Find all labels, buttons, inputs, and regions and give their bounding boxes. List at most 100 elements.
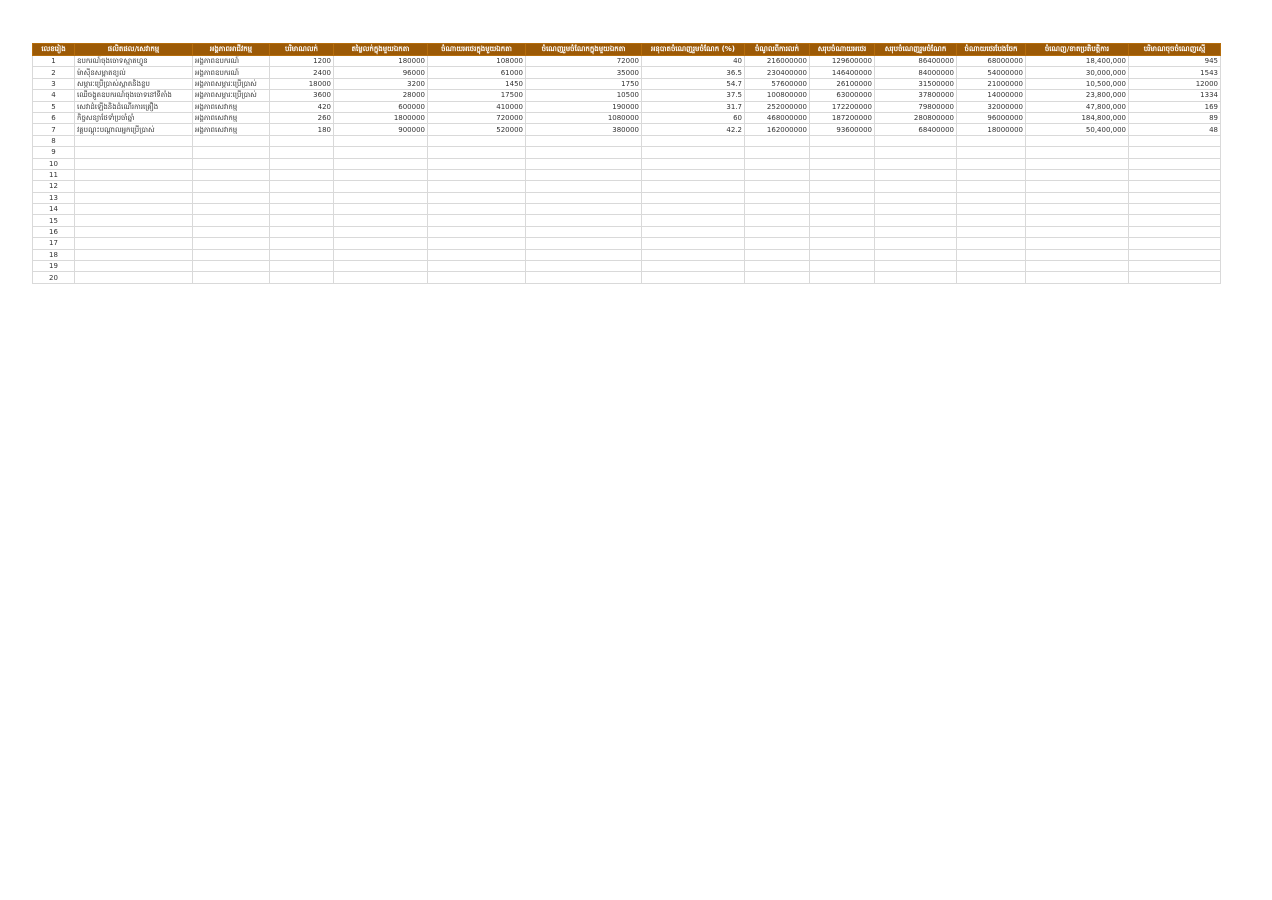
table-cell[interactable] — [956, 225, 1026, 239]
table-cell[interactable]: អង្គភាពឧបករណ៍ — [192, 54, 270, 68]
table-cell[interactable] — [809, 271, 875, 284]
table-cell[interactable]: 10,500,000 — [1025, 77, 1129, 91]
row-number-cell[interactable]: 16 — [32, 225, 75, 239]
table-cell[interactable] — [333, 157, 428, 170]
table-cell[interactable] — [333, 271, 428, 284]
table-cell[interactable] — [956, 203, 1026, 216]
table-cell[interactable] — [74, 214, 193, 227]
row-number-cell[interactable]: 18 — [32, 248, 75, 262]
table-cell[interactable]: 1200 — [269, 54, 334, 68]
table-cell[interactable] — [809, 203, 875, 216]
table-cell[interactable] — [874, 180, 957, 193]
table-cell[interactable]: 21000000 — [956, 77, 1026, 91]
table-cell[interactable] — [641, 134, 745, 148]
table-cell[interactable]: 37.5 — [641, 89, 745, 102]
table-cell[interactable] — [874, 157, 957, 170]
row-number-cell[interactable]: 19 — [32, 260, 75, 273]
table-cell[interactable]: 72000 — [525, 54, 642, 68]
table-cell[interactable]: 380000 — [525, 123, 642, 136]
table-cell[interactable]: 23,800,000 — [1025, 89, 1129, 102]
table-cell[interactable]: 96000000 — [956, 111, 1026, 125]
table-cell[interactable] — [1025, 157, 1129, 170]
table-cell[interactable] — [809, 168, 875, 182]
table-cell[interactable] — [333, 260, 428, 273]
row-number-cell[interactable]: 3 — [32, 77, 75, 91]
table-cell[interactable]: 93600000 — [809, 123, 875, 136]
table-cell[interactable]: 50,400,000 — [1025, 123, 1129, 136]
table-cell[interactable] — [427, 191, 526, 205]
table-cell[interactable] — [641, 248, 745, 262]
table-cell[interactable]: 162000000 — [744, 123, 810, 136]
table-cell[interactable] — [809, 214, 875, 227]
table-cell[interactable]: អង្គភាពសម្ភារៈប្រើប្រាស់ — [192, 89, 270, 102]
column-header[interactable]: សរុបចំណាយអថេរ — [809, 43, 875, 56]
table-cell[interactable] — [744, 271, 810, 284]
table-cell[interactable] — [525, 146, 642, 159]
column-header[interactable]: បរិមាណលក់ — [269, 43, 334, 56]
table-cell[interactable] — [809, 134, 875, 148]
table-cell[interactable] — [74, 248, 193, 262]
table-cell[interactable] — [427, 146, 526, 159]
table-cell[interactable]: 79800000 — [874, 100, 957, 113]
table-cell[interactable] — [956, 168, 1026, 182]
table-cell[interactable] — [809, 146, 875, 159]
table-cell[interactable]: 10500 — [525, 89, 642, 102]
table-cell[interactable] — [809, 260, 875, 273]
table-cell[interactable] — [1128, 271, 1221, 284]
table-cell[interactable] — [744, 248, 810, 262]
table-cell[interactable]: 520000 — [427, 123, 526, 136]
table-cell[interactable] — [874, 271, 957, 284]
table-cell[interactable] — [269, 146, 334, 159]
table-cell[interactable] — [1025, 191, 1129, 205]
table-cell[interactable] — [744, 134, 810, 148]
table-cell[interactable]: 1080000 — [525, 111, 642, 125]
table-cell[interactable] — [74, 168, 193, 182]
table-cell[interactable]: 260 — [269, 111, 334, 125]
table-cell[interactable]: 17500 — [427, 89, 526, 102]
table-cell[interactable] — [525, 191, 642, 205]
table-cell[interactable] — [427, 168, 526, 182]
table-cell[interactable]: 61000 — [427, 66, 526, 79]
table-cell[interactable] — [1025, 237, 1129, 250]
table-cell[interactable] — [1128, 134, 1221, 148]
table-cell[interactable]: 48 — [1128, 123, 1221, 136]
column-header[interactable]: ចំណូលពីការលក់ — [744, 43, 810, 56]
table-cell[interactable] — [333, 146, 428, 159]
table-cell[interactable]: 600000 — [333, 100, 428, 113]
row-number-cell[interactable]: 2 — [32, 66, 75, 79]
table-cell[interactable] — [74, 225, 193, 239]
table-cell[interactable]: 63000000 — [809, 89, 875, 102]
table-cell[interactable]: សម្ភារៈប្រើប្រាស់ស្អាតនិងខ្ទប — [74, 77, 193, 91]
table-cell[interactable] — [269, 225, 334, 239]
table-cell[interactable] — [1128, 248, 1221, 262]
table-cell[interactable]: 720000 — [427, 111, 526, 125]
table-cell[interactable] — [1025, 134, 1129, 148]
table-cell[interactable] — [525, 260, 642, 273]
table-cell[interactable]: 36.5 — [641, 66, 745, 79]
table-cell[interactable] — [744, 146, 810, 159]
table-cell[interactable] — [874, 248, 957, 262]
table-cell[interactable]: 31.7 — [641, 100, 745, 113]
table-cell[interactable]: 40 — [641, 54, 745, 68]
table-cell[interactable] — [269, 180, 334, 193]
table-cell[interactable] — [1128, 260, 1221, 273]
table-cell[interactable]: 146400000 — [809, 66, 875, 79]
row-number-cell[interactable]: 7 — [32, 123, 75, 136]
table-cell[interactable] — [192, 134, 270, 148]
row-number-cell[interactable]: 1 — [32, 54, 75, 68]
column-header[interactable]: លេខរៀង — [32, 43, 75, 56]
table-cell[interactable] — [874, 260, 957, 273]
table-cell[interactable] — [525, 237, 642, 250]
table-cell[interactable]: 129600000 — [809, 54, 875, 68]
table-cell[interactable] — [744, 214, 810, 227]
table-cell[interactable] — [269, 134, 334, 148]
table-cell[interactable]: 900000 — [333, 123, 428, 136]
table-cell[interactable]: 108000 — [427, 54, 526, 68]
table-cell[interactable] — [333, 180, 428, 193]
table-cell[interactable]: 31500000 — [874, 77, 957, 91]
table-cell[interactable]: 420 — [269, 100, 334, 113]
column-header[interactable]: ចំណាយថេរបែងចែក — [956, 43, 1026, 56]
table-cell[interactable] — [956, 157, 1026, 170]
table-cell[interactable] — [744, 180, 810, 193]
column-header[interactable]: ផលិតផល/សេវាកម្ម — [74, 43, 193, 56]
